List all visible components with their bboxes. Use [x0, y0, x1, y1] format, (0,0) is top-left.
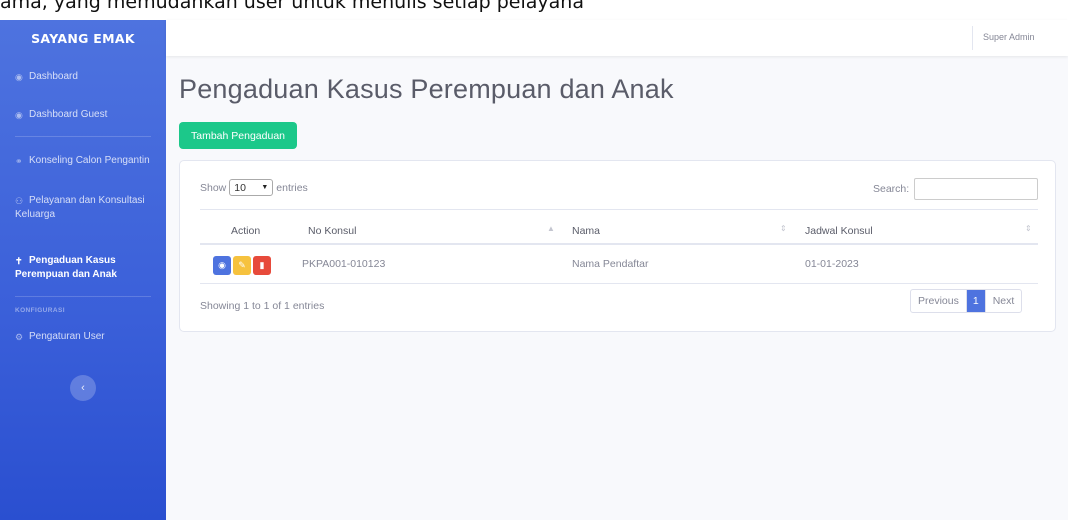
dashboard-icon: ◉: [15, 72, 23, 82]
edit-button[interactable]: ✎: [233, 256, 251, 275]
cell-no-konsul: PKPA001-010123: [302, 258, 386, 270]
sidebar-item-pelayanan-line2[interactable]: Keluarga: [0, 208, 166, 222]
entries-select[interactable]: 10 ▼: [229, 179, 274, 196]
add-complaint-button[interactable]: Tambah Pengaduan: [179, 122, 297, 149]
search-label: Search:: [873, 183, 910, 195]
sidebar-item-label: Pelayanan dan Konsultasi: [29, 194, 145, 208]
length-control: Show 10 ▼ entries: [200, 179, 308, 196]
search-input[interactable]: [914, 178, 1039, 200]
sidebar-item-label-line1: Pengaduan Kasus: [29, 255, 116, 266]
sidebar-item-pengaduan-line2[interactable]: Perempuan dan Anak: [0, 268, 166, 282]
sidebar-toggle-button[interactable]: ‹: [70, 375, 96, 401]
table-header-border: [200, 243, 1038, 245]
entries-select-value: 10: [234, 181, 246, 194]
length-prefix: Show: [200, 181, 227, 194]
main-content: Super Admin Pengaduan Kasus Perempuan da…: [166, 20, 1068, 520]
sidebar-heading: KONFIGURASI: [15, 307, 65, 314]
brand-logo[interactable]: SAYANG EMAK: [0, 20, 166, 56]
couple-icon: ⚭: [15, 156, 23, 166]
user-menu[interactable]: Super Admin: [983, 32, 1035, 42]
pagination-previous[interactable]: Previous: [911, 290, 967, 312]
sidebar-item-label: Pengaturan User: [29, 331, 105, 342]
users-icon: ⚇: [15, 196, 24, 206]
trash-icon: ▮: [259, 260, 265, 270]
table-top-border: [200, 209, 1038, 210]
sidebar-item-pelayanan[interactable]: ⚇ Pelayanan dan Konsultasi: [0, 194, 166, 208]
child-icon: ✝: [15, 256, 23, 266]
sort-icon: ⇕: [780, 224, 787, 233]
cell-nama: Nama Pendaftar: [572, 258, 649, 270]
sort-icon: ⇕: [1025, 224, 1032, 233]
sidebar-item-pengaturan-user[interactable]: ⚙ Pengaturan User: [0, 330, 166, 344]
sidebar-item-dashboard[interactable]: ◉ Dashboard: [0, 70, 166, 84]
page-title: Pengaduan Kasus Perempuan dan Anak: [179, 74, 674, 104]
pagination-page-1[interactable]: 1: [966, 290, 985, 312]
table-bottom-border: [200, 283, 1038, 284]
topbar-divider: [972, 26, 973, 50]
sidebar-item-pengaduan[interactable]: ✝ Pengaduan Kasus: [0, 254, 166, 268]
column-header-action[interactable]: Action: [231, 225, 260, 237]
caption-text: ama, yang memudahkan user untuk menulis …: [0, 0, 584, 13]
view-button[interactable]: ◉: [213, 256, 231, 275]
cell-jadwal: 01-01-2023: [805, 258, 859, 270]
search-control: Search:: [873, 178, 1039, 200]
sidebar-item-label: Dashboard Guest: [29, 109, 108, 120]
document-caption-text: ama, yang memudahkan user untuk menulis …: [0, 0, 1068, 20]
table-info: Showing 1 to 1 of 1 entries: [200, 300, 325, 312]
chevron-left-icon: ‹: [81, 382, 85, 394]
sidebar-item-label-line2: Keluarga: [15, 209, 56, 220]
column-header-jadwal-konsul[interactable]: Jadwal Konsul: [805, 225, 873, 237]
pagination: Previous 1 Next: [910, 289, 1023, 313]
dashboard-icon: ◉: [15, 110, 23, 120]
column-header-no-konsul[interactable]: No Konsul: [308, 225, 356, 237]
topbar: Super Admin: [166, 20, 1068, 56]
sidebar: SAYANG EMAK ◉ Dashboard ◉ Dashboard Gues…: [0, 20, 166, 520]
sidebar-item-dashboard-guest[interactable]: ◉ Dashboard Guest: [0, 108, 166, 122]
pagination-next[interactable]: Next: [984, 290, 1022, 312]
column-header-nama[interactable]: Nama: [572, 225, 600, 237]
sidebar-item-konseling[interactable]: ⚭ Konseling Calon Pengantin: [0, 154, 166, 168]
sidebar-item-label-line1: Pelayanan dan Konsultasi: [29, 195, 145, 206]
sidebar-item-label: Konseling Calon Pengantin: [29, 155, 150, 166]
cogs-icon: ⚙: [15, 332, 24, 342]
sidebar-item-label-line2: Perempuan dan Anak: [15, 269, 117, 280]
sidebar-item-label: Dashboard: [29, 71, 78, 82]
sort-icon: ▲: [547, 224, 555, 233]
sidebar-divider: [15, 296, 151, 297]
edit-icon: ✎: [238, 260, 246, 270]
chevron-down-icon: ▼: [261, 184, 269, 191]
eye-icon: ◉: [218, 260, 226, 270]
length-suffix: entries: [276, 181, 308, 194]
table-card: Show 10 ▼ entries Search: Action No Kons…: [179, 160, 1056, 332]
sidebar-divider: [15, 136, 151, 137]
delete-button[interactable]: ▮: [253, 256, 271, 275]
